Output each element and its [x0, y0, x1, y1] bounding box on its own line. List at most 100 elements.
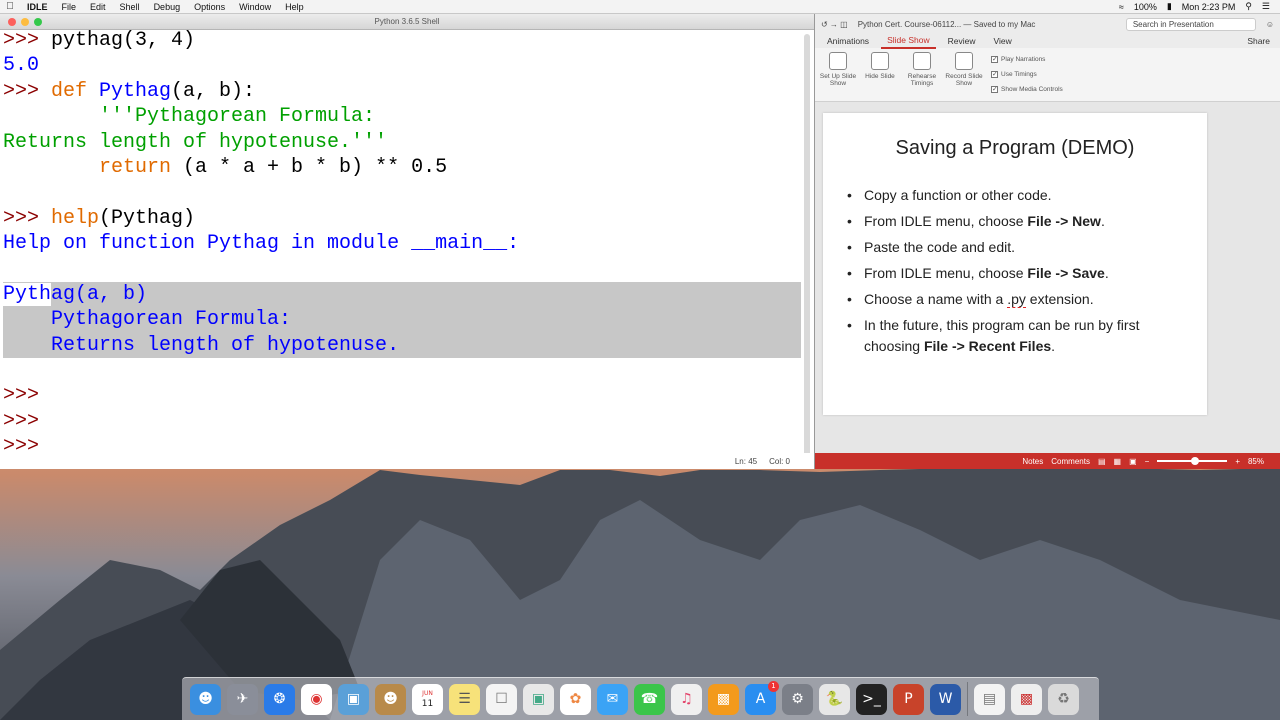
- tab-animations[interactable]: Animations: [821, 34, 875, 48]
- zoom-slider[interactable]: [1157, 457, 1228, 465]
- slide-bullet-text: .: [1100, 213, 1105, 229]
- shell-line: >>> def Pythag(a, b):: [3, 79, 803, 104]
- shell-scrollbar[interactable]: [804, 34, 810, 466]
- menu-window[interactable]: Window: [232, 2, 278, 12]
- setup-icon: [829, 52, 847, 70]
- wifi-icon[interactable]: ≈: [1119, 2, 1124, 12]
- slide-bullet-text: extension.: [1025, 291, 1094, 307]
- use-timings-label: Use Timings: [1001, 71, 1037, 78]
- preview-icon[interactable]: ▣: [338, 683, 369, 715]
- photos-icon[interactable]: ✿: [560, 683, 591, 715]
- normal-view-icon[interactable]: ▤: [1098, 457, 1106, 466]
- battery-icon[interactable]: ▮: [1167, 1, 1172, 12]
- clock[interactable]: Mon 2:23 PM: [1182, 2, 1236, 12]
- ppt-document-title: Python Cert. Course-06112... — Saved to …: [857, 19, 1036, 29]
- shell-text-area[interactable]: >>> pythag(3, 4) 5.0 >>> def Pythag(a, b):…: [3, 28, 803, 455]
- notification-center-icon[interactable]: ☰: [1262, 1, 1270, 12]
- play-narrations-label: Play Narrations: [1001, 56, 1046, 63]
- zoom-out-icon[interactable]: −: [1145, 457, 1150, 466]
- shell-text: Returns length of hypotenuse.: [3, 333, 400, 357]
- messages-icon[interactable]: ✉: [597, 683, 628, 715]
- zoom-in-icon[interactable]: +: [1235, 457, 1240, 466]
- dock-separator: [967, 682, 968, 716]
- smiley-icon[interactable]: ☺: [1266, 20, 1280, 29]
- photo-booth-icon[interactable]: ▣: [523, 683, 554, 715]
- menu-help[interactable]: Help: [278, 2, 311, 12]
- show-media-controls-checkbox[interactable]: ✓ Show Media Controls: [991, 82, 1063, 97]
- menu-options[interactable]: Options: [187, 2, 232, 12]
- ppt-status-bar: Notes Comments ▤ ▦ ▣ − + 85%: [815, 453, 1280, 469]
- tab-view[interactable]: View: [987, 34, 1017, 48]
- reminders-icon[interactable]: ☐: [486, 683, 517, 715]
- line-number: Ln: 45: [734, 456, 758, 466]
- shell-text: Pythagorean Formula:: [3, 308, 292, 332]
- slide-bullet-text: Choose a name with a: [864, 291, 1008, 307]
- facetime-icon[interactable]: ☎: [634, 683, 665, 715]
- apple-icon[interactable]: : [0, 1, 20, 12]
- slide-bullet-text: From IDLE menu, choose: [864, 265, 1028, 281]
- record-slide-show-button[interactable]: Record Slide Show: [945, 52, 983, 87]
- slide-title: Saving a Program (DEMO): [895, 137, 1135, 159]
- slide-bullet-text: File -> New: [1027, 213, 1101, 229]
- shell-text: 5.0: [3, 54, 40, 78]
- set-up-slide-show-button[interactable]: Set Up Slide Show: [819, 52, 857, 87]
- presentation-file-icon[interactable]: ▩: [1011, 683, 1042, 715]
- tab-slide-show[interactable]: Slide Show: [881, 33, 936, 49]
- idle-status-bar: Ln: 45 Col: 0: [0, 453, 814, 469]
- hide-slide-button[interactable]: Hide Slide: [861, 52, 899, 80]
- itunes-icon[interactable]: ♫: [671, 683, 702, 715]
- menu-edit[interactable]: Edit: [83, 2, 113, 12]
- powerpoint-window: ↺ → ◫ Python Cert. Course-06112... — Sav…: [815, 14, 1280, 469]
- use-timings-checkbox[interactable]: ✓ Use Timings: [991, 67, 1063, 82]
- ppt-title-bar[interactable]: ↺ → ◫ Python Cert. Course-06112... — Sav…: [815, 14, 1280, 34]
- shell-prompt: >>>: [3, 206, 52, 230]
- shell-text: '''Pythagorean Formula:: [3, 105, 376, 129]
- menu-file[interactable]: File: [55, 2, 84, 12]
- chrome-icon[interactable]: ◉: [301, 683, 332, 715]
- powerpoint-icon[interactable]: P: [893, 683, 924, 715]
- idle-shell-window: Python 3.6.5 Shell >>> pythag(3, 4) 5.0 >>…: [0, 14, 815, 469]
- document-icon[interactable]: ▤: [974, 683, 1005, 715]
- rehearse-timings-button[interactable]: Rehearse Timings: [903, 52, 941, 87]
- contacts-icon[interactable]: ☻: [375, 683, 406, 715]
- menu-shell[interactable]: Shell: [113, 2, 147, 12]
- record-icon: [955, 52, 973, 70]
- share-button[interactable]: Share: [1241, 34, 1280, 48]
- shell-text: def: [51, 79, 100, 103]
- notes-app-icon[interactable]: ☰: [449, 683, 480, 715]
- zoom-level[interactable]: 85%: [1248, 457, 1264, 466]
- spotlight-icon[interactable]: ⚲: [1245, 1, 1252, 12]
- slide-canvas[interactable]: Saving a Program (DEMO) Copy a function …: [823, 113, 1207, 415]
- shell-line: Help on function Pythag in module __main…: [3, 231, 803, 256]
- ibooks-icon[interactable]: ▩: [708, 683, 739, 715]
- menu-debug[interactable]: Debug: [147, 2, 188, 12]
- slide-bullet-text: File -> Save: [1027, 265, 1105, 281]
- python-launcher-icon[interactable]: 🐍: [819, 683, 850, 715]
- comments-button[interactable]: Comments: [1051, 457, 1090, 466]
- finder-icon[interactable]: ☻: [190, 683, 221, 715]
- battery-label[interactable]: 100%: [1134, 2, 1157, 12]
- calendar-icon[interactable]: JUN 11: [412, 683, 443, 715]
- shell-text: ag(a, b): [51, 282, 148, 306]
- ppt-search-input[interactable]: Search in Presentation: [1125, 17, 1256, 31]
- app-store-icon[interactable]: A1: [745, 680, 779, 715]
- safari-icon[interactable]: ❂: [264, 683, 295, 715]
- shell-text: (a, b):: [171, 79, 256, 103]
- play-narrations-checkbox[interactable]: ✓ Play Narrations: [991, 52, 1063, 67]
- word-icon[interactable]: W: [930, 683, 961, 715]
- shell-prompt: >>>: [3, 29, 52, 52]
- trash-icon[interactable]: ♻: [1048, 683, 1079, 715]
- launchpad-icon[interactable]: ✈: [227, 683, 258, 715]
- terminal-icon[interactable]: >_: [856, 683, 887, 715]
- ppt-ribbon-tabs: Animations Slide Show Review View Share: [815, 33, 1280, 49]
- ppt-toolbar-icons[interactable]: ↺ → ◫: [821, 20, 848, 29]
- slide-show-icon[interactable]: ▣: [1129, 457, 1137, 466]
- notes-button[interactable]: Notes: [1022, 457, 1043, 466]
- menu-app-name[interactable]: IDLE: [20, 2, 55, 12]
- slide-sorter-icon[interactable]: ▦: [1114, 457, 1122, 466]
- tab-review[interactable]: Review: [942, 34, 982, 48]
- system-preferences-icon[interactable]: ⚙: [782, 683, 813, 715]
